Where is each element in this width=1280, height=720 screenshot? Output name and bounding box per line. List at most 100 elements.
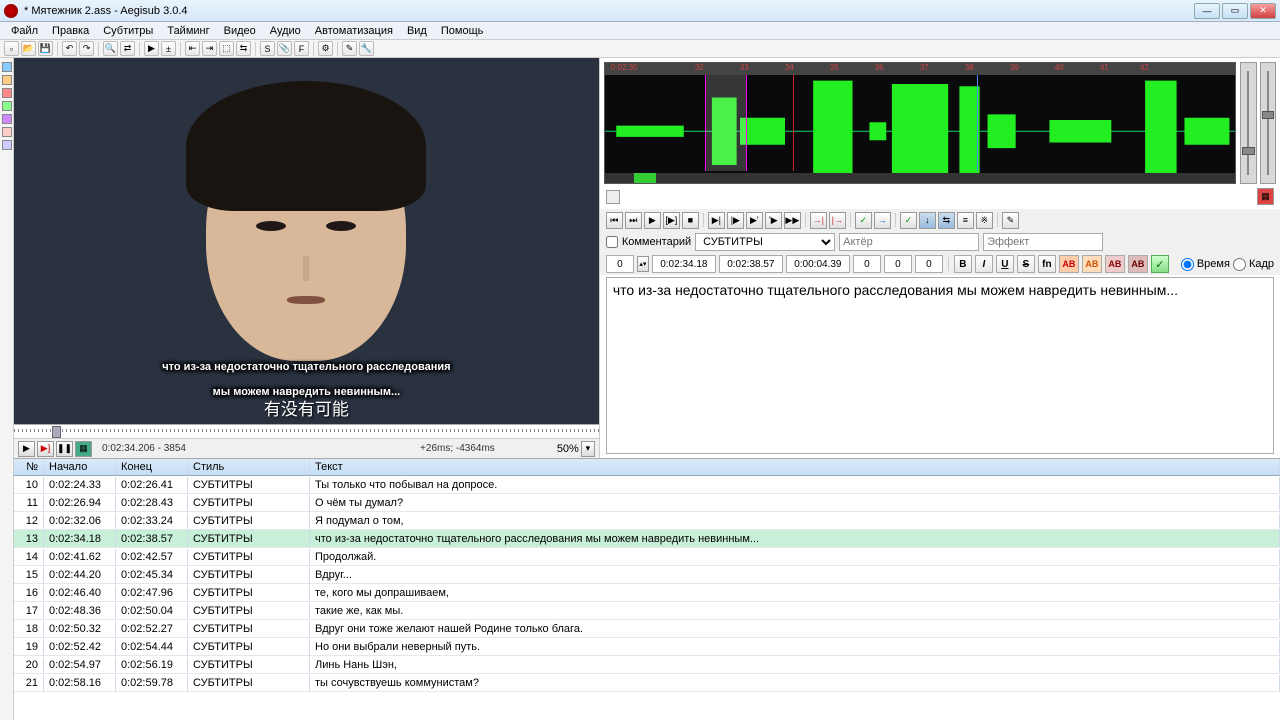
snap-scene-icon[interactable]: ⬚ [219,41,234,56]
color2-button[interactable]: AB [1082,255,1102,273]
italic-button[interactable]: I [975,255,993,273]
margin-v-field[interactable] [915,255,943,273]
autocommit-icon[interactable]: ✓ [900,212,917,229]
play-before-icon[interactable]: ▶| [708,212,725,229]
color1-button[interactable]: AB [1059,255,1079,273]
vol-slider-toggle-icon[interactable] [606,190,620,204]
layer-field[interactable] [606,255,634,273]
maximize-button[interactable]: ▭ [1222,3,1248,19]
video-seekbar[interactable] [14,424,599,438]
table-row[interactable]: 140:02:41.620:02:42.57СУБТИТРЫПродолжай. [14,548,1280,566]
comment-checkbox[interactable] [606,236,618,248]
lead-out-icon[interactable]: |→ [829,212,846,229]
time-radio[interactable] [1181,258,1194,271]
table-row[interactable]: 150:02:44.200:02:45.34СУБТИТРЫВдруг... [14,566,1280,584]
play-line-audio-icon[interactable]: [▶] [663,212,680,229]
vector-clip-tool-icon[interactable] [2,140,12,150]
styles-icon[interactable]: S [260,41,275,56]
table-row[interactable]: 130:02:34.180:02:38.57СУБТИТРЫчто из-за … [14,530,1280,548]
table-row[interactable]: 190:02:52.420:02:54.44СУБТИТРЫНо они выб… [14,638,1280,656]
menu-help[interactable]: Помощь [434,23,491,39]
start-time-field[interactable] [652,255,716,273]
menu-file[interactable]: Файл [4,23,45,39]
table-row[interactable]: 100:02:24.330:02:26.41СУБТИТРЫТы только … [14,476,1280,494]
zoom-dropdown-icon[interactable]: ▾ [581,441,595,457]
attach-icon[interactable]: 📎 [277,41,292,56]
layer-spin-icon[interactable]: ▴▾ [637,256,649,272]
shift-icon[interactable]: ⇆ [236,41,251,56]
play-last-icon[interactable]: '▶ [765,212,782,229]
bold-button[interactable]: B [954,255,972,273]
crosshair-tool-icon[interactable] [2,62,12,72]
prev-line-icon[interactable]: ⏮ [606,212,623,229]
scale-tool-icon[interactable] [2,114,12,124]
font-button[interactable]: fn [1038,255,1056,273]
table-row[interactable]: 110:02:26.940:02:28.43СУБТИТРЫО чём ты д… [14,494,1280,512]
menu-subs[interactable]: Субтитры [96,23,160,39]
lead-in-icon[interactable]: →| [810,212,827,229]
audio-waveform[interactable]: 0:02:30 32 33 34 35 36 37 38 39 40 41 42 [604,62,1236,184]
audio-selection[interactable] [705,75,747,171]
drag-tool-icon[interactable] [2,75,12,85]
audio-scrollbar[interactable] [605,173,1235,183]
play-icon[interactable]: ▶ [18,441,35,457]
open-icon[interactable]: 📂 [21,41,36,56]
vert-zoom-slider[interactable] [1260,62,1277,184]
subtitle-text-input[interactable]: что из-за недостаточно тщательного рассл… [606,277,1274,454]
video-zoom-icon[interactable]: ± [161,41,176,56]
color4-button[interactable]: AB [1128,255,1148,273]
link-vol-icon[interactable]: ▦ [1257,188,1274,205]
close-button[interactable]: ✕ [1250,3,1276,19]
play-first-icon[interactable]: ▶' [746,212,763,229]
spectrum-icon[interactable]: ≡ [957,212,974,229]
frame-radio[interactable] [1233,258,1246,271]
play-line-icon[interactable]: ▶] [37,441,54,457]
end-time-field[interactable] [719,255,783,273]
play-after-icon[interactable]: |▶ [727,212,744,229]
minimize-button[interactable]: — [1194,3,1220,19]
karaoke-icon[interactable]: ✎ [1002,212,1019,229]
commit-audio-icon[interactable]: ✓ [855,212,872,229]
find-icon[interactable]: 🔍 [103,41,118,56]
play-sel-icon[interactable]: ▶ [644,212,661,229]
rotate-z-tool-icon[interactable] [2,88,12,98]
menu-edit[interactable]: Правка [45,23,96,39]
new-icon[interactable]: ▫ [4,41,19,56]
color3-button[interactable]: AB [1105,255,1125,273]
goto-sel-icon[interactable]: → [874,212,891,229]
fonts-icon[interactable]: F [294,41,309,56]
menu-timing[interactable]: Тайминг [160,23,216,39]
effect-field[interactable] [983,233,1103,251]
autonext-icon[interactable]: ↓ [919,212,936,229]
rotate-xy-tool-icon[interactable] [2,101,12,111]
medusa-icon[interactable]: ※ [976,212,993,229]
video-display[interactable]: что из-за недостаточно тщательного рассл… [14,58,599,424]
table-row[interactable]: 210:02:58.160:02:59.78СУБТИТРЫты сочувст… [14,674,1280,692]
auto-icon[interactable]: ⚙ [318,41,333,56]
menu-automation[interactable]: Автоматизация [308,23,400,39]
horiz-zoom-slider[interactable] [1240,62,1257,184]
actor-field[interactable] [839,233,979,251]
save-icon[interactable]: 💾 [38,41,53,56]
play-to-end-icon[interactable]: ▶▶ [784,212,801,229]
replace-icon[interactable]: ⇄ [120,41,135,56]
settings-icon[interactable]: 🔧 [359,41,374,56]
menu-view[interactable]: Вид [400,23,434,39]
table-row[interactable]: 160:02:46.400:02:47.96СУБТИТРЫте, кого м… [14,584,1280,602]
table-row[interactable]: 180:02:50.320:02:52.27СУБТИТРЫВдруг они … [14,620,1280,638]
table-row[interactable]: 200:02:54.970:02:56.19СУБТИТРЫЛинь Нань … [14,656,1280,674]
autoscroll-audio-icon[interactable]: ⇆ [938,212,955,229]
pause-icon[interactable]: ❚❚ [56,441,73,457]
underline-button[interactable]: U [996,255,1014,273]
undo-icon[interactable]: ↶ [62,41,77,56]
commit-button[interactable]: ✓ [1151,255,1169,273]
margin-l-field[interactable] [853,255,881,273]
stop-icon[interactable]: ■ [682,212,699,229]
margin-r-field[interactable] [884,255,912,273]
clip-tool-icon[interactable] [2,127,12,137]
style-select[interactable]: СУБТИТРЫ [695,233,835,251]
table-row[interactable]: 120:02:32.060:02:33.24СУБТИТРЫЯ подумал … [14,512,1280,530]
table-row[interactable]: 170:02:48.360:02:50.04СУБТИТРЫтакие же, … [14,602,1280,620]
video-jump-icon[interactable]: ▶ [144,41,159,56]
strike-button[interactable]: S [1017,255,1035,273]
